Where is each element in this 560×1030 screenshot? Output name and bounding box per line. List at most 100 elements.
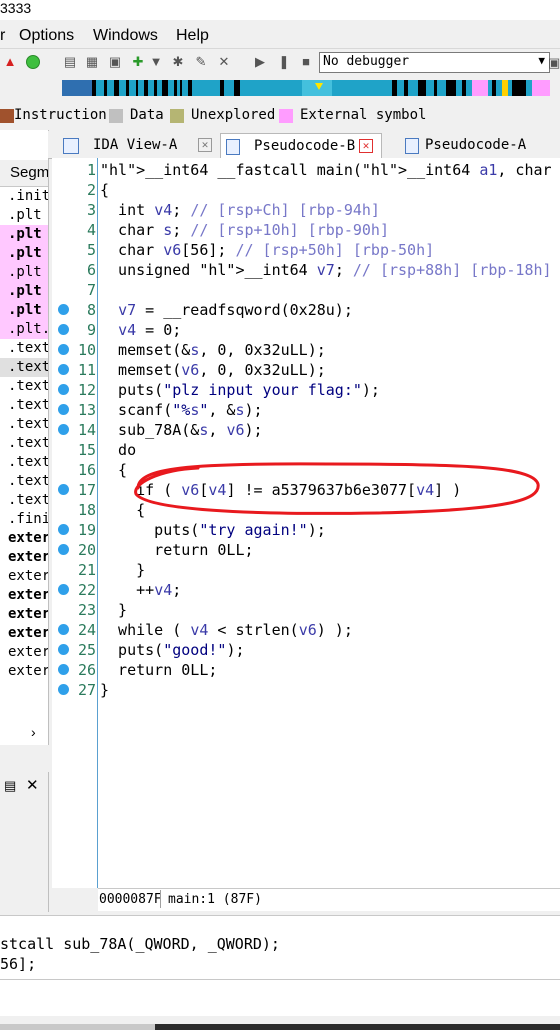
breakpoint-dot-icon[interactable]: [58, 544, 69, 555]
breakpoint-dot-icon[interactable]: [58, 664, 69, 675]
stop-icon[interactable]: ■: [298, 54, 314, 70]
breakpoint-dot-icon[interactable]: [58, 484, 69, 495]
output-window[interactable]: stcall sub_78A(_QWORD, _QWORD); 56];: [0, 915, 560, 1016]
menu-item-help[interactable]: Help: [176, 27, 209, 45]
segment-row[interactable]: .text: [0, 377, 48, 396]
menu-item-windows[interactable]: Windows: [93, 27, 158, 45]
breakpoint-dot-icon[interactable]: [58, 344, 69, 355]
patch-icon[interactable]: ✎: [193, 54, 209, 70]
warning-icon[interactable]: ▲: [2, 54, 18, 70]
breakpoint-dot-icon[interactable]: [58, 684, 69, 695]
breakpoint-dot-icon[interactable]: [58, 624, 69, 635]
code-line[interactable]: ++v4;: [100, 580, 181, 600]
tab-pseudocode-a[interactable]: Pseudocode-A: [403, 133, 560, 157]
tab-ida-view-a[interactable]: IDA View-A ✕: [58, 133, 212, 157]
segment-row[interactable]: .init: [0, 187, 48, 206]
close-icon[interactable]: ✕: [26, 776, 39, 794]
code-line[interactable]: puts("try again!");: [100, 520, 326, 540]
close-tab-icon[interactable]: ✕: [359, 139, 373, 153]
breakpoint-dot-icon[interactable]: [58, 424, 69, 435]
navigation-band[interactable]: [62, 80, 550, 96]
segment-row[interactable]: .text: [0, 339, 48, 358]
dropdown-arrow-icon[interactable]: ▼: [148, 54, 164, 70]
segment-row[interactable]: .text: [0, 415, 48, 434]
code-line[interactable]: return 0LL;: [100, 540, 253, 560]
code-line[interactable]: {: [100, 180, 109, 200]
segment-row[interactable]: .plt: [0, 282, 48, 301]
code-line[interactable]: sub_78A(&s, v6);: [100, 420, 263, 440]
segment-row[interactable]: .plt: [0, 244, 48, 263]
breakpoint-dot-icon[interactable]: [58, 324, 69, 335]
segment-row[interactable]: .text: [0, 434, 48, 453]
segment-row[interactable]: .text: [0, 453, 48, 472]
save-icon[interactable]: ▣: [548, 55, 560, 71]
status-indicator-icon[interactable]: [25, 54, 41, 70]
code-line[interactable]: v4 = 0;: [100, 320, 181, 340]
code-line[interactable]: char s; // [rsp+10h] [rbp-90h]: [100, 220, 389, 240]
menu-item-partial[interactable]: r: [0, 27, 5, 45]
code-line[interactable]: {: [100, 460, 127, 480]
code-line[interactable]: unsigned "hl">__int64 v7; // [rsp+88h] […: [100, 260, 552, 280]
code-line[interactable]: char v6[56]; // [rsp+50h] [rbp-50h]: [100, 240, 434, 260]
tab-pseudocode-b[interactable]: Pseudocode-B ✕: [220, 133, 382, 158]
code-line[interactable]: "hl">__int64 __fastcall main("hl">__int6…: [100, 160, 560, 180]
navigation-band-graphic: [62, 80, 550, 96]
close-tab-icon[interactable]: ✕: [198, 138, 212, 152]
breakpoint-dot-icon[interactable]: [58, 364, 69, 375]
breakpoint-dot-icon[interactable]: [58, 644, 69, 655]
segment-row[interactable]: exter: [0, 548, 48, 567]
segment-row[interactable]: exter: [0, 643, 48, 662]
code-line[interactable]: }: [100, 680, 109, 700]
segment-row[interactable]: .plt: [0, 225, 48, 244]
pause-icon[interactable]: ❚: [276, 54, 292, 70]
code-line[interactable]: do: [100, 440, 136, 460]
chevron-down-icon[interactable]: ▼: [538, 54, 545, 67]
code-line[interactable]: int v4; // [rsp+Ch] [rbp-94h]: [100, 200, 380, 220]
debugger-select[interactable]: No debugger ▼: [319, 52, 550, 73]
plugin-icon[interactable]: ✱: [170, 54, 186, 70]
data-view-icon[interactable]: ▦: [84, 54, 100, 70]
pseudocode-view[interactable]: 1 "hl">__int64 __fastcall main("hl">__int…: [52, 158, 560, 888]
breakpoint-dot-icon[interactable]: [58, 404, 69, 415]
code-line[interactable]: }: [100, 600, 127, 620]
breakpoint-dot-icon[interactable]: [58, 304, 69, 315]
pin-icon[interactable]: ▤: [4, 778, 16, 794]
segment-row[interactable]: .plt: [0, 301, 48, 320]
segment-row[interactable]: .text: [0, 472, 48, 491]
taskbar-strip-dark: [155, 1024, 560, 1030]
code-line[interactable]: memset(&s, 0, 0x32uLL);: [100, 340, 326, 360]
code-line[interactable]: while ( v4 < strlen(v6) );: [100, 620, 353, 640]
segment-row[interactable]: .plt.: [0, 320, 48, 339]
code-line[interactable]: v7 = __readfsqword(0x28u);: [100, 300, 353, 320]
breakpoint-dot-icon[interactable]: [58, 524, 69, 535]
segment-row[interactable]: .text: [0, 396, 48, 415]
struct-icon[interactable]: ▣: [107, 54, 123, 70]
code-line[interactable]: puts("good!");: [100, 640, 244, 660]
code-view-icon[interactable]: ▤: [62, 54, 78, 70]
segment-row[interactable]: exter: [0, 567, 48, 586]
segment-row[interactable]: .text: [0, 358, 48, 377]
segments-header-label[interactable]: Segm: [10, 164, 48, 181]
segment-row[interactable]: .text: [0, 491, 48, 510]
menu-item-options[interactable]: Options: [19, 27, 74, 45]
segment-row[interactable]: exter: [0, 605, 48, 624]
breakpoint-dot-icon[interactable]: [58, 584, 69, 595]
add-icon[interactable]: ✚: [130, 54, 146, 70]
segment-row[interactable]: exter: [0, 624, 48, 643]
segment-row[interactable]: exter: [0, 529, 48, 548]
breakpoint-dot-icon[interactable]: [58, 384, 69, 395]
segment-row[interactable]: exter: [0, 662, 48, 681]
code-line[interactable]: memset(v6, 0, 0x32uLL);: [100, 360, 326, 380]
code-line[interactable]: scanf("%s", &s);: [100, 400, 263, 420]
segment-row[interactable]: .plt: [0, 263, 48, 282]
code-line[interactable]: }: [100, 560, 145, 580]
status-bar: 0000087F main:1 (87F): [98, 888, 560, 911]
play-icon[interactable]: ▶: [252, 54, 268, 70]
code-line[interactable]: puts("plz input your flag:");: [100, 380, 380, 400]
segment-row[interactable]: .plt: [0, 206, 48, 225]
segment-row[interactable]: exter: [0, 586, 48, 605]
scroll-right-icon[interactable]: ›: [31, 724, 36, 740]
cross-icon[interactable]: ✕: [216, 54, 232, 70]
code-line[interactable]: return 0LL;: [100, 660, 217, 680]
segment-row[interactable]: .fini: [0, 510, 48, 529]
